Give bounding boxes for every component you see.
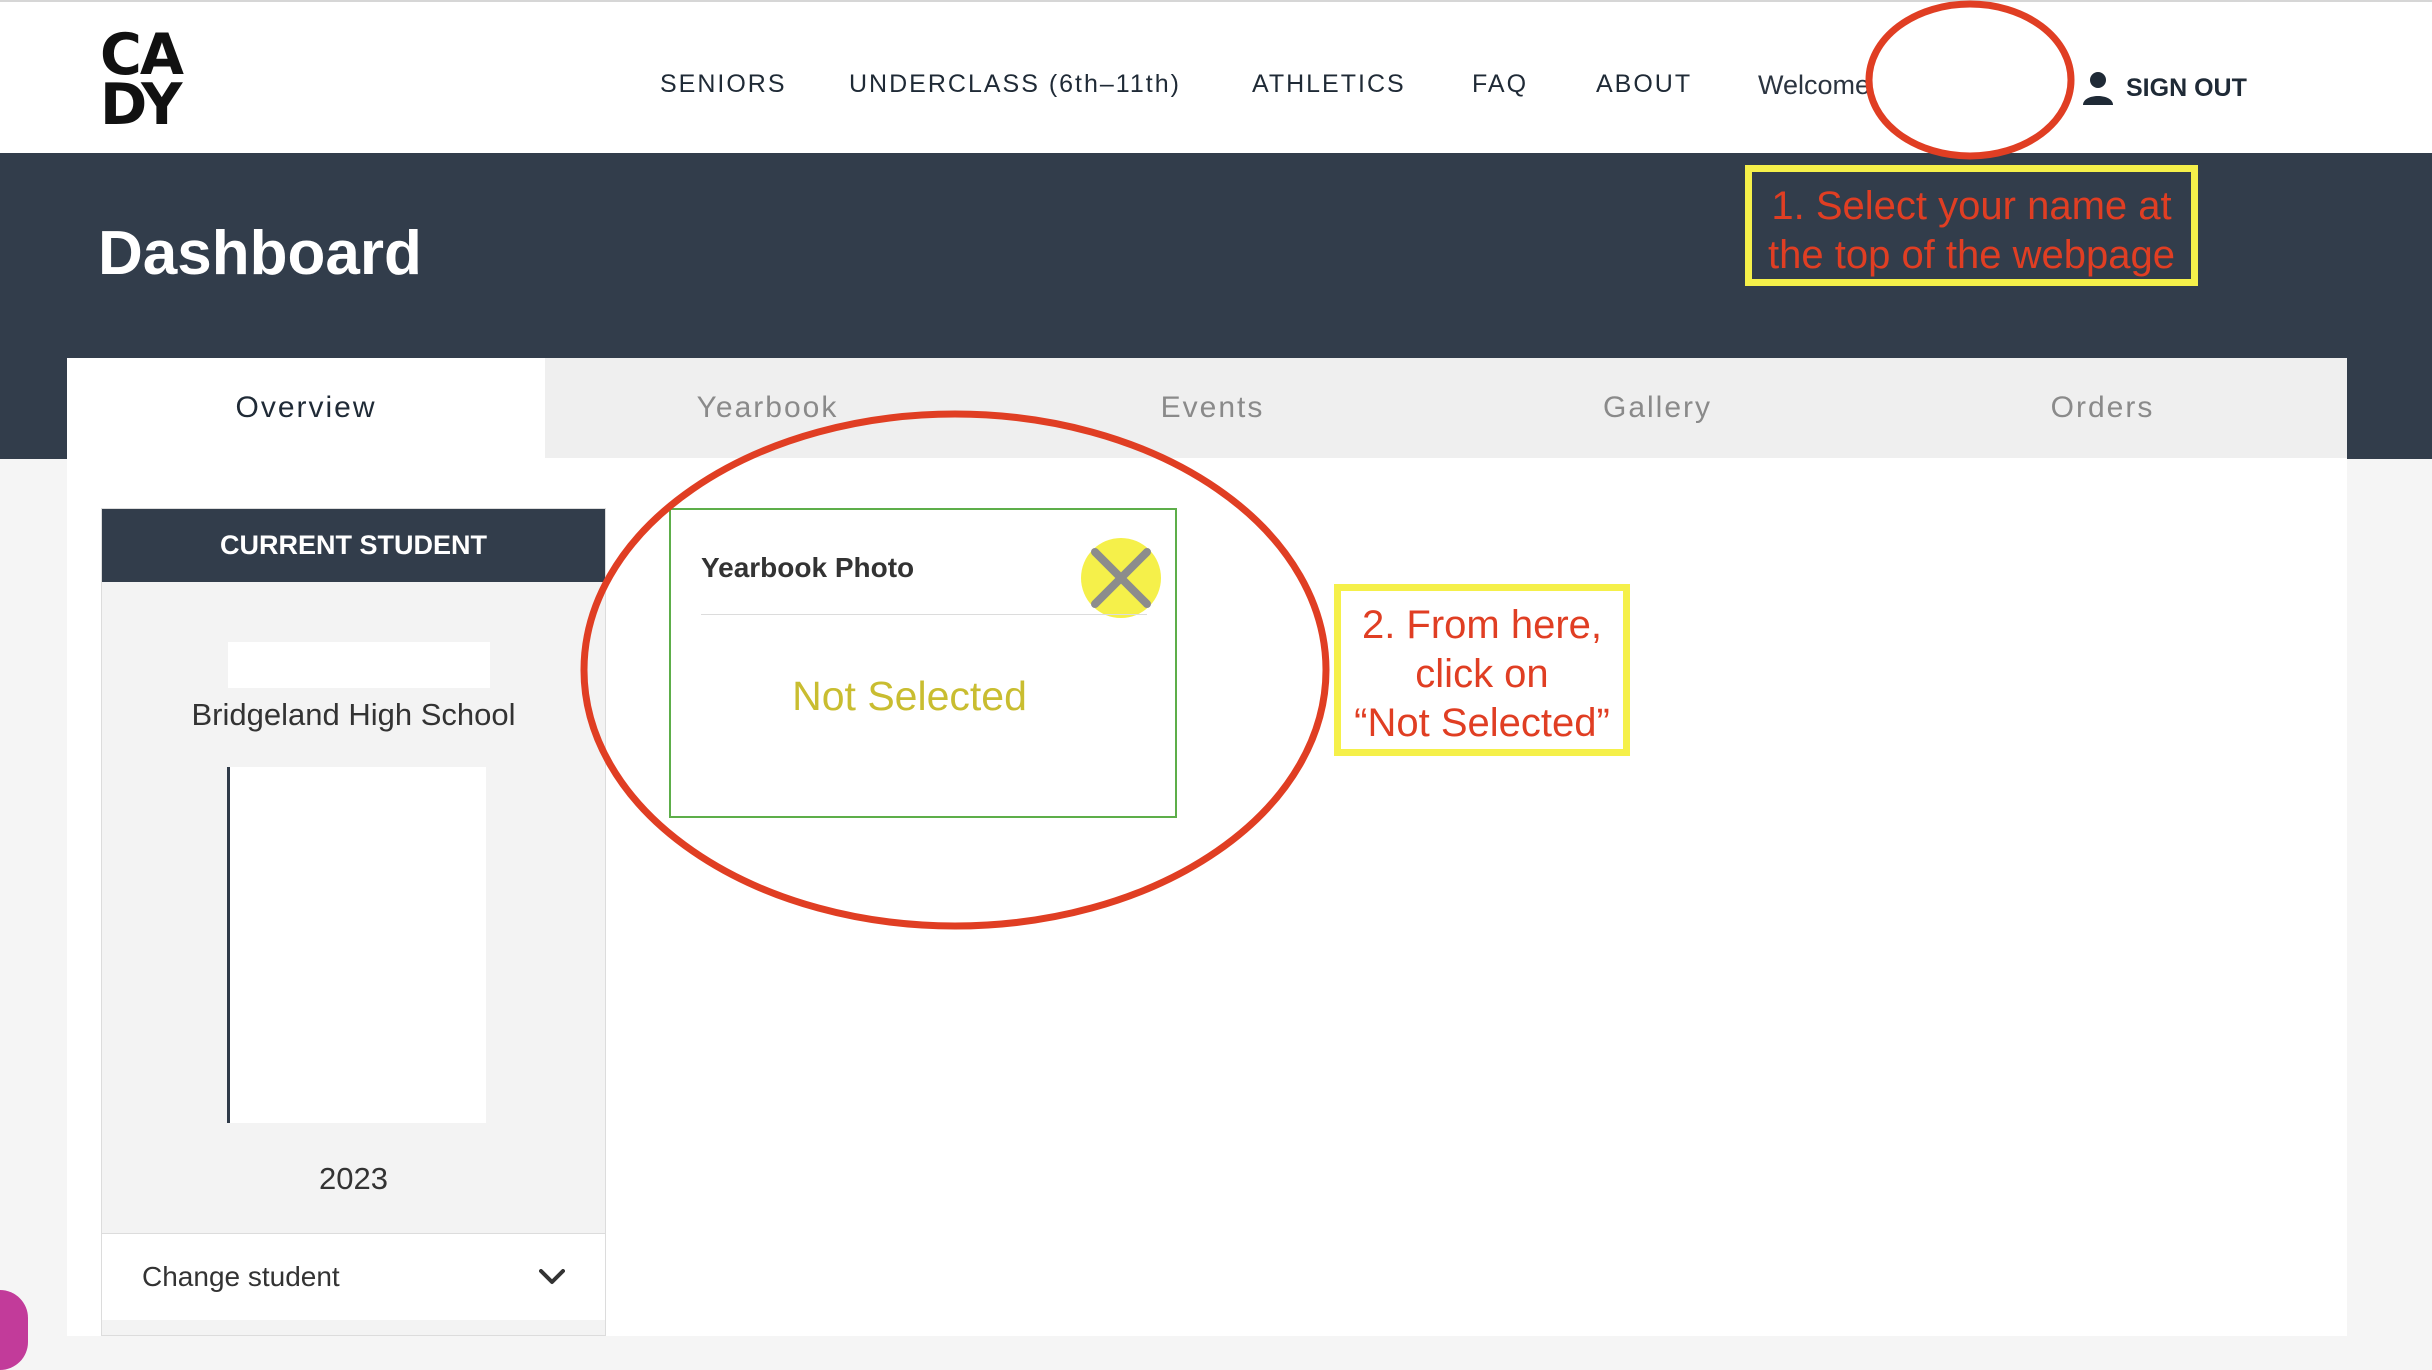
annotation-step-2-line-3: “Not Selected” (1354, 701, 1610, 745)
sign-out-button[interactable]: SIGN OUT (2082, 68, 2247, 108)
nav-about[interactable]: ABOUT (1596, 70, 1692, 99)
change-student-dropdown[interactable]: Change student (102, 1233, 605, 1320)
tab-gallery[interactable]: Gallery (1435, 358, 1880, 458)
tab-yearbook[interactable]: Yearbook (545, 358, 990, 458)
tab-orders[interactable]: Orders (1880, 358, 2325, 458)
chevron-down-icon (539, 1269, 565, 1284)
annotation-step-2: 2. From here, click on “Not Selected” (1334, 584, 1630, 756)
student-name-redacted (228, 642, 490, 688)
annotation-step-1-line-2: the top of the webpage (1768, 233, 2175, 277)
nav-seniors[interactable]: SENIORS (660, 70, 787, 99)
chat-widget-button[interactable] (0, 1290, 28, 1370)
tab-overview[interactable]: Overview (67, 358, 545, 458)
page-title: Dashboard (98, 219, 422, 288)
nav-faq[interactable]: FAQ (1472, 70, 1528, 99)
annotation-step-2-line-1: 2. From here, (1361, 603, 1603, 647)
user-icon (2083, 72, 2113, 105)
current-student-title: CURRENT STUDENT (102, 509, 605, 582)
annotation-step-1-line-1: 1. Select your name at (1771, 184, 2172, 228)
sign-out-label: SIGN OUT (2126, 73, 2247, 102)
tab-events[interactable]: Events (990, 358, 1435, 458)
current-student-panel: CURRENT STUDENT Bridgeland High School 2… (101, 508, 606, 1336)
close-x-icon (1081, 538, 1161, 618)
nav-athletics[interactable]: ATHLETICS (1252, 70, 1406, 99)
tab-bar: Overview Yearbook Events Gallery Orders (67, 358, 2347, 458)
welcome-user-menu[interactable]: Welcome (1758, 70, 1870, 101)
top-header: CA DY SENIORS UNDERCLASS (6th–11th) ATHL… (0, 0, 2432, 153)
student-year: 2023 (319, 1161, 388, 1196)
student-photo (227, 767, 486, 1123)
change-student-label: Change student (142, 1261, 340, 1292)
student-school: Bridgeland High School (191, 697, 516, 732)
annotation-step-1: 1. Select your name at the top of the we… (1745, 165, 2198, 286)
cady-logo[interactable]: CA DY (100, 27, 200, 138)
not-selected-link[interactable]: Not Selected (671, 673, 1148, 720)
yearbook-divider (701, 614, 1147, 615)
annotation-step-2-line-2: click on (1415, 652, 1549, 696)
dashboard-card: Overview Yearbook Events Gallery Orders … (67, 358, 2347, 1336)
logo-line-2: DY (100, 72, 182, 138)
nav-underclass[interactable]: UNDERCLASS (6th–11th) (849, 70, 1181, 99)
yearbook-photo-card: Yearbook Photo Not Selected (669, 508, 1177, 818)
yearbook-photo-title: Yearbook Photo (701, 552, 915, 583)
